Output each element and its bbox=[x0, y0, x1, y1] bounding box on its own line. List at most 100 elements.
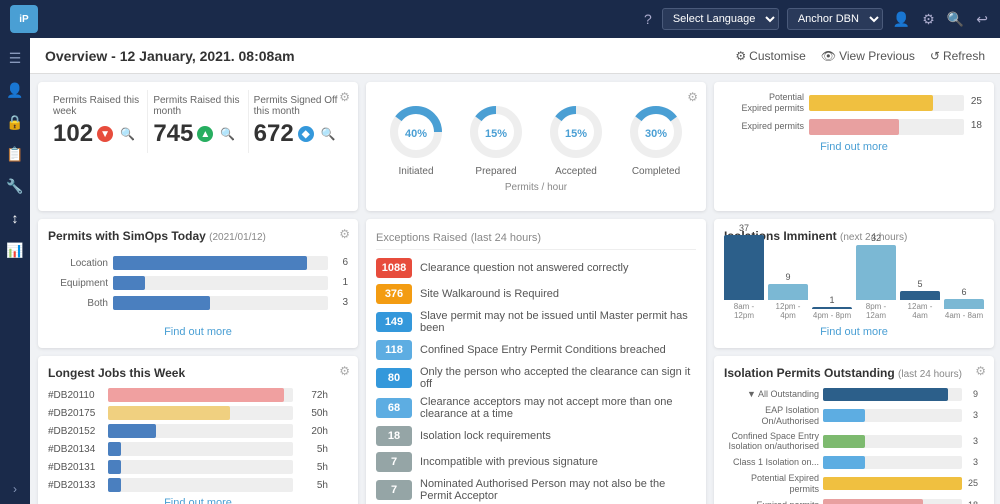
anchor-select[interactable]: Anchor DBN bbox=[787, 8, 883, 30]
sidebar-item-user[interactable]: 👤 bbox=[3, 78, 27, 102]
customise-button[interactable]: ⚙ Customise bbox=[735, 49, 805, 63]
search-icon-week[interactable]: 🔍 bbox=[120, 127, 135, 141]
help-icon[interactable]: ? bbox=[642, 9, 654, 29]
job-bar-5 bbox=[108, 460, 121, 474]
sidebar-item-transfer[interactable]: ↕ bbox=[3, 206, 27, 230]
language-select[interactable]: Select Language bbox=[662, 8, 779, 30]
iso-outstanding-gear-icon[interactable]: ⚙ bbox=[975, 364, 986, 378]
job-row-2: #DB20175 50h bbox=[48, 406, 328, 420]
exception-item-1: 376 Site Walkaround is Required bbox=[376, 284, 696, 304]
iso-col-8am: 37 8am - 12pm bbox=[724, 223, 764, 321]
exception-item-3: 118 Confined Space Entry Permit Conditio… bbox=[376, 340, 696, 360]
stats-gear-icon[interactable]: ⚙ bbox=[339, 90, 350, 104]
exceptions-title: Exceptions Raised (last 24 hours) bbox=[376, 229, 696, 250]
stat-permits-signed: Permits Signed Off this month 672 ◆ 🔍 bbox=[249, 90, 348, 153]
job-row-3: #DB20152 20h bbox=[48, 424, 328, 438]
isolation-outstanding-card: ⚙ Isolation Permits Outstanding (last 24… bbox=[714, 356, 994, 504]
sidebar-item-menu[interactable]: ☰ bbox=[3, 46, 27, 70]
donut-initiated: 40% Initiated bbox=[386, 102, 446, 177]
iso-row-0: ▼ All Outstanding 9 bbox=[724, 388, 962, 401]
find-out-more-link-potential[interactable]: Find out more bbox=[724, 141, 984, 153]
sidebar-item-chart[interactable]: 📊 bbox=[3, 238, 27, 262]
exception-item-2: 149 Slave permit may not be issued until… bbox=[376, 310, 696, 334]
exc-badge-80: 80 bbox=[376, 368, 412, 388]
sidebar-expand[interactable]: › bbox=[13, 482, 17, 496]
top-nav: iP ? Select Language Anchor DBN 👤 ⚙ 🔍 ↩ bbox=[0, 0, 1000, 38]
stats-card: ⚙ Permits Raised this week 102 ▼ 🔍 Permi… bbox=[38, 82, 358, 211]
iso-row-1: EAP Isolation On/Authorised 3 bbox=[724, 405, 962, 427]
exc-badge-118: 118 bbox=[376, 340, 412, 360]
exceptions-list: 1088 Clearance question not answered cor… bbox=[376, 258, 696, 502]
exception-item-8: 7 Nominated Authorised Person may not al… bbox=[376, 478, 696, 502]
refresh-button[interactable]: ↺ Refresh bbox=[930, 49, 985, 63]
expired-bar bbox=[809, 119, 899, 135]
donut-completed: 30% Completed bbox=[626, 102, 686, 177]
jobs-gear-icon[interactable]: ⚙ bbox=[339, 364, 350, 378]
exc-badge-18: 18 bbox=[376, 426, 412, 446]
bar-fill-equipment bbox=[113, 276, 145, 290]
back-icon[interactable]: ↩ bbox=[974, 9, 990, 30]
job-row-5: #DB20131 5h bbox=[48, 460, 328, 474]
svg-text:15%: 15% bbox=[485, 128, 507, 140]
exception-item-6: 18 Isolation lock requirements bbox=[376, 426, 696, 446]
donut-chart-initiated: 40% bbox=[386, 102, 446, 162]
iso-outstanding-rows: ▼ All Outstanding 9 EAP Isolation On/Aut… bbox=[724, 388, 984, 504]
job-row-6: #DB20133 5h bbox=[48, 478, 328, 492]
sidebar-item-tools[interactable]: 🔧 bbox=[3, 174, 27, 198]
svg-text:30%: 30% bbox=[645, 128, 667, 140]
iso-bar-8pm bbox=[856, 245, 896, 300]
user-icon[interactable]: 👤 bbox=[891, 9, 912, 30]
longest-jobs-title: Longest Jobs this Week bbox=[48, 366, 348, 380]
exc-badge-376: 376 bbox=[376, 284, 412, 304]
exception-item-4: 80 Only the person who accepted the clea… bbox=[376, 366, 696, 390]
simops-card: ⚙ Permits with SimOps Today (2021/01/12)… bbox=[38, 219, 358, 348]
iso-row-5: Expired permits 18 bbox=[724, 499, 962, 504]
iso-bar-8am bbox=[724, 235, 764, 300]
iso-bar-4pm bbox=[812, 307, 852, 309]
permits-hour-label: Permits / hour bbox=[376, 182, 696, 193]
settings-icon[interactable]: ⚙ bbox=[920, 9, 937, 30]
find-out-more-jobs[interactable]: Find out more bbox=[48, 497, 348, 504]
sidebar-item-lock[interactable]: 🔒 bbox=[3, 110, 27, 134]
iso-col-4pm: 1 4pm - 8pm bbox=[812, 295, 852, 321]
potential-bar-row: PotentialExpired permits 25 bbox=[724, 92, 964, 114]
jobs-list: #DB20110 72h #DB20175 50h #DB20152 bbox=[48, 388, 348, 492]
search-icon[interactable]: 🔍 bbox=[945, 9, 966, 30]
donuts-card: ⚙ 40% Initiated 15% bbox=[366, 82, 706, 211]
simops-bars: Location 6 Equipment 1 Both bbox=[48, 251, 348, 321]
main-content: Overview - 12 January, 2021. 08:08am ⚙ C… bbox=[30, 38, 1000, 504]
view-previous-button[interactable]: 👁 View Previous bbox=[821, 49, 915, 63]
donuts-row: 40% Initiated 15% Prepared bbox=[376, 102, 696, 177]
stats-row: Permits Raised this week 102 ▼ 🔍 Permits… bbox=[48, 90, 348, 153]
job-bar-3 bbox=[108, 424, 156, 438]
search-icon-signed[interactable]: 🔍 bbox=[321, 127, 336, 141]
sidebar: ☰ 👤 🔒 📋 🔧 ↕ 📊 › bbox=[0, 38, 30, 504]
isolations-bar-chart: 37 8am - 12pm 9 12pm - 4pm 1 4pm - 8pm 3… bbox=[724, 251, 984, 321]
up-badge: ▲ bbox=[197, 126, 213, 142]
stat-permits-week: Permits Raised this week 102 ▼ 🔍 bbox=[48, 90, 147, 153]
simops-gear-icon[interactable]: ⚙ bbox=[339, 227, 350, 241]
logo-icon: iP bbox=[10, 5, 38, 33]
potential-card: PotentialExpired permits 25 Expired perm… bbox=[714, 82, 994, 211]
svg-text:15%: 15% bbox=[565, 128, 587, 140]
find-out-more-simops[interactable]: Find out more bbox=[48, 326, 348, 338]
eye-icon: 👁 bbox=[821, 49, 836, 63]
donuts-gear-icon[interactable]: ⚙ bbox=[687, 90, 698, 104]
exception-item-5: 68 Clearance acceptors may not accept mo… bbox=[376, 396, 696, 420]
job-bar-1 bbox=[108, 388, 284, 402]
page-title: Overview - 12 January, 2021. 08:08am bbox=[45, 48, 295, 64]
longest-jobs-card: ⚙ Longest Jobs this Week #DB20110 72h #D… bbox=[38, 356, 358, 504]
bar-fill-both bbox=[113, 296, 210, 310]
bar-both: Both 3 bbox=[53, 296, 328, 310]
bar-location: Location 6 bbox=[53, 256, 328, 270]
exceptions-card: Exceptions Raised (last 24 hours) 1088 C… bbox=[366, 219, 706, 504]
header-actions: ⚙ Customise 👁 View Previous ↺ Refresh bbox=[735, 49, 985, 63]
search-icon-month[interactable]: 🔍 bbox=[220, 127, 235, 141]
iso-bar-12pm bbox=[768, 284, 808, 300]
donut-chart-completed: 30% bbox=[626, 102, 686, 162]
down-badge: ▼ bbox=[97, 126, 113, 142]
job-bar-2 bbox=[108, 406, 230, 420]
sidebar-item-docs[interactable]: 📋 bbox=[3, 142, 27, 166]
find-out-more-isolations[interactable]: Find out more bbox=[724, 326, 984, 338]
iso-col-4am: 6 4am - 8am bbox=[944, 287, 984, 321]
